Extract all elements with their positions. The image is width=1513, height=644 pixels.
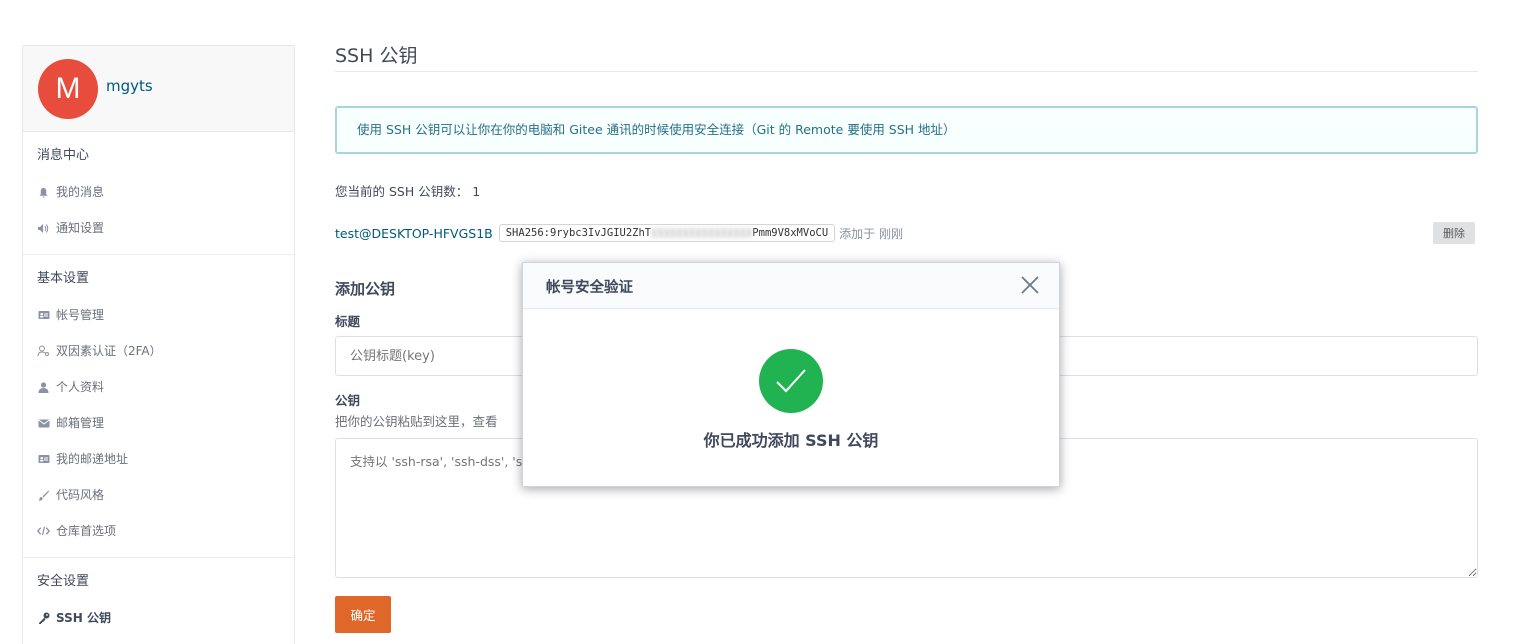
sidebar-item-label: 代码风格 — [56, 488, 105, 502]
submit-button[interactable]: 确定 — [335, 596, 391, 633]
sidebar-item-my-messages[interactable]: 我的消息 — [23, 174, 294, 210]
fingerprint-end: Pmm9V8xMVoCU — [752, 227, 829, 239]
info-message: 使用 SSH 公钥可以让你在你的电脑和 Gitee 通讯的时候使用安全连接（Gi… — [335, 106, 1478, 154]
sidebar-item-email[interactable]: 邮箱管理 — [23, 405, 294, 441]
avatar[interactable]: M — [38, 59, 98, 119]
close-icon[interactable] — [1019, 274, 1041, 296]
modal-title: 帐号安全验证 — [546, 280, 633, 296]
sidebar-item-label: 个人资料 — [56, 380, 105, 394]
sidebar-section-messages: 消息中心 我的消息 通知设置 — [23, 132, 294, 255]
speaker-icon — [37, 222, 50, 235]
sidebar-item-2fa[interactable]: 双因素认证（2FA） — [23, 333, 294, 369]
sidebar-item-account[interactable]: 帐号管理 — [23, 297, 294, 333]
sidebar-item-notification-settings[interactable]: 通知设置 — [23, 210, 294, 246]
sidebar-item-label: 通知设置 — [56, 221, 105, 235]
key-count-label: 您当前的 SSH 公钥数： — [335, 184, 469, 199]
fingerprint-hidden: xxxxxxxxxxxxxxxx — [651, 227, 753, 239]
key-count-line: 您当前的 SSH 公钥数： 1 — [335, 181, 1478, 200]
address-card-icon — [37, 453, 50, 466]
brush-icon — [37, 489, 50, 502]
key-icon — [37, 612, 50, 625]
ssh-key-name: test@DESKTOP-HFVGS1B — [335, 225, 493, 241]
sidebar-item-repo-preferences[interactable]: 仓库首选项 — [23, 513, 294, 549]
sidebar-section-title: 安全设置 — [37, 574, 90, 589]
key-count-value: 1 — [472, 184, 481, 199]
sidebar-item-label: 邮箱管理 — [56, 416, 105, 430]
bell-icon — [37, 186, 50, 199]
fingerprint-start: SHA256:9rybc3IvJGIU2ZhT — [505, 227, 652, 239]
user-icon — [37, 381, 50, 394]
settings-sidebar: M mgyts 消息中心 我的消息 通知设置 基本设置 帐号管理 双因素认证（2… — [22, 45, 295, 644]
ssh-key-added-time: 添加于 刚刚 — [839, 226, 903, 241]
ssh-key-fingerprint: SHA256:9rybc3IvJGIU2ZhTxxxxxxxxxxxxxxxxP… — [498, 224, 836, 242]
sidebar-item-address[interactable]: 我的邮递地址 — [23, 441, 294, 477]
sidebar-item-profile[interactable]: 个人资料 — [23, 369, 294, 405]
sidebar-section-title: 消息中心 — [37, 148, 90, 163]
id-card-icon — [37, 309, 50, 322]
sidebar-item-label: 双因素认证（2FA） — [56, 344, 162, 358]
sidebar-item-label: 仓库首选项 — [56, 524, 117, 538]
ssh-key-row: test@DESKTOP-HFVGS1B SHA256:9rybc3IvJGIU… — [335, 222, 1478, 244]
delete-key-button[interactable]: 删除 — [1433, 222, 1475, 244]
check-circle-icon — [759, 349, 823, 413]
username-link[interactable]: mgyts — [106, 77, 153, 95]
sidebar-item-code-style[interactable]: 代码风格 — [23, 477, 294, 513]
sidebar-section-title: 基本设置 — [37, 271, 90, 286]
sidebar-item-label: SSH 公钥 — [56, 611, 111, 625]
sidebar-item-label: 我的消息 — [56, 185, 105, 199]
code-icon — [37, 525, 50, 538]
sidebar-item-label: 我的邮递地址 — [56, 452, 129, 466]
modal-header: 帐号安全验证 — [523, 263, 1059, 309]
modal-body: 你已成功添加 SSH 公钥 — [523, 349, 1059, 451]
success-message: 你已成功添加 SSH 公钥 — [703, 431, 879, 450]
sidebar-section-basic: 基本设置 帐号管理 双因素认证（2FA） 个人资料 邮箱管理 我的邮递地址 代码… — [23, 255, 294, 558]
page-title: SSH 公钥 — [335, 40, 1478, 72]
envelope-icon — [37, 417, 50, 430]
user-profile-block: M mgyts — [23, 46, 294, 132]
security-verification-modal: 帐号安全验证 你已成功添加 SSH 公钥 — [522, 262, 1060, 487]
user-key-icon — [37, 345, 50, 358]
sidebar-item-label: 帐号管理 — [56, 308, 105, 322]
sidebar-section-security: 安全设置 SSH 公钥 — [23, 558, 294, 644]
sidebar-item-ssh-keys[interactable]: SSH 公钥 — [23, 600, 294, 636]
